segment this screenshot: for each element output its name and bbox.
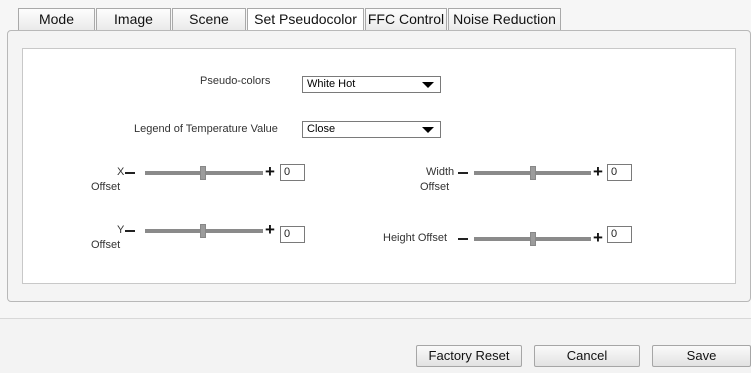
button-bar: Factory Reset Cancel Save bbox=[0, 318, 751, 373]
dropdown-arrow-icon bbox=[422, 127, 434, 133]
y-offset-slider-thumb[interactable] bbox=[200, 224, 206, 238]
width-offset-label: Width bbox=[426, 166, 455, 178]
width-offset-slider-thumb[interactable] bbox=[530, 166, 536, 180]
y-offset-input[interactable]: 0 bbox=[280, 226, 305, 243]
tab-noise-reduction[interactable]: Noise Reduction bbox=[448, 8, 561, 30]
height-offset-decrease-button[interactable] bbox=[458, 238, 468, 240]
height-offset-label: Height Offset bbox=[383, 232, 447, 244]
tab-scene[interactable]: Scene bbox=[172, 8, 246, 30]
save-button[interactable]: Save bbox=[652, 345, 751, 367]
pseudo-colors-label: Pseudo-colors bbox=[200, 75, 271, 87]
width-offset-input[interactable]: 0 bbox=[607, 164, 632, 181]
height-offset-increase-button[interactable]: + bbox=[593, 229, 603, 247]
pseudo-colors-value: White Hot bbox=[307, 78, 356, 90]
dropdown-arrow-icon bbox=[422, 82, 434, 88]
cancel-button[interactable]: Cancel bbox=[534, 345, 640, 367]
legend-select[interactable]: Close bbox=[302, 121, 441, 138]
tab-ffc-control[interactable]: FFC Control bbox=[365, 8, 447, 30]
factory-reset-button[interactable]: Factory Reset bbox=[416, 345, 522, 367]
x-offset-slider-thumb[interactable] bbox=[200, 166, 206, 180]
pseudo-colors-select[interactable]: White Hot bbox=[302, 76, 441, 93]
y-offset-increase-button[interactable]: + bbox=[265, 221, 275, 239]
height-offset-slider-thumb[interactable] bbox=[530, 232, 536, 246]
x-offset-sublabel: Offset bbox=[91, 181, 121, 193]
width-offset-sublabel: Offset bbox=[420, 181, 450, 193]
x-offset-input[interactable]: 0 bbox=[280, 164, 305, 181]
y-offset-sublabel: Offset bbox=[91, 239, 121, 251]
tab-set-pseudocolor[interactable]: Set Pseudocolor bbox=[247, 8, 364, 31]
y-offset-decrease-button[interactable] bbox=[125, 230, 135, 232]
height-offset-input[interactable]: 0 bbox=[607, 226, 632, 243]
x-offset-increase-button[interactable]: + bbox=[265, 163, 275, 181]
pseudocolor-form: Pseudo-colors White Hot Legend of Temper… bbox=[22, 48, 736, 284]
legend-value: Close bbox=[307, 123, 336, 135]
tab-mode[interactable]: Mode bbox=[18, 8, 95, 30]
width-offset-increase-button[interactable]: + bbox=[593, 163, 603, 181]
tab-image[interactable]: Image bbox=[96, 8, 171, 30]
tab-bar: Mode Image Scene Set Pseudocolor FFC Con… bbox=[18, 8, 562, 31]
legend-label: Legend of Temperature Value bbox=[134, 123, 278, 135]
width-offset-decrease-button[interactable] bbox=[458, 172, 468, 174]
x-offset-decrease-button[interactable] bbox=[125, 172, 135, 174]
